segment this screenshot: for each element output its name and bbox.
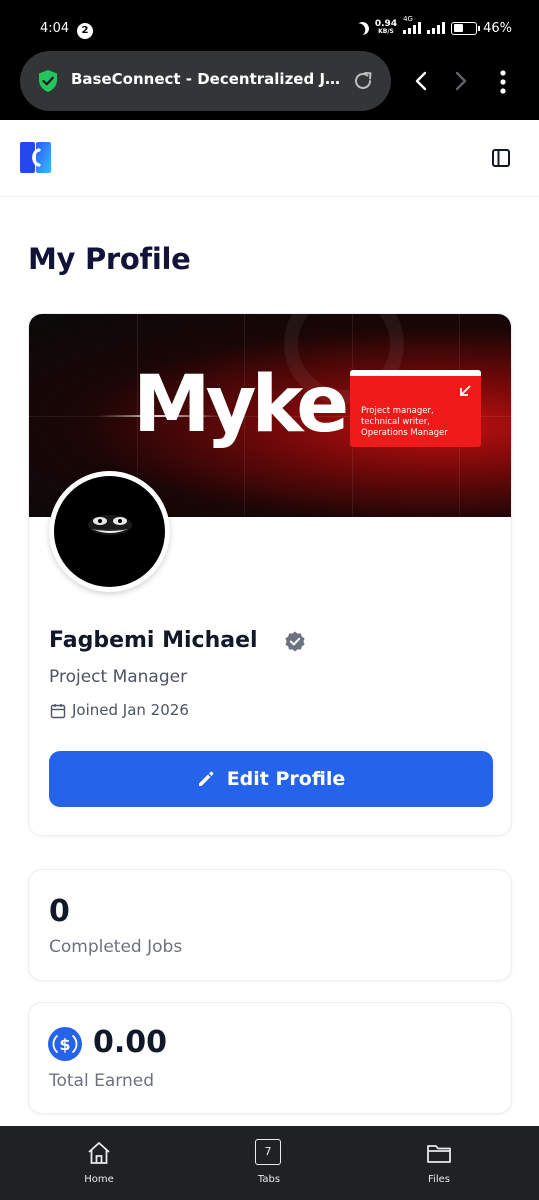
bottom-navigation: Home 7 Tabs Files bbox=[0, 1126, 539, 1200]
user-name: Fagbemi Michael bbox=[49, 628, 258, 653]
page-title-in-address-bar: BaseConnect - Decentralized Job Mar… bbox=[71, 70, 341, 88]
notification-count-badge: 2 bbox=[77, 23, 93, 39]
total-earned-value: 0.00 bbox=[93, 1025, 168, 1060]
completed-jobs-label: Completed Jobs bbox=[49, 937, 183, 957]
pencil-icon bbox=[198, 771, 214, 786]
calendar-icon bbox=[50, 704, 66, 719]
arrow-down-left-icon bbox=[460, 385, 471, 396]
nav-tabs[interactable]: 7 Tabs bbox=[229, 1126, 309, 1200]
forward-arrow-icon[interactable] bbox=[450, 70, 472, 92]
verified-badge-icon bbox=[285, 631, 305, 652]
network-speed-unit: KB/S bbox=[378, 28, 394, 35]
browser-toolbar: BaseConnect - Decentralized Job Mar… bbox=[0, 42, 539, 120]
battery-percent: 46% bbox=[483, 20, 512, 36]
page-title: My Profile bbox=[28, 242, 191, 276]
more-options-icon[interactable] bbox=[496, 69, 510, 95]
completed-jobs-card: 0 Completed Jobs bbox=[28, 869, 512, 981]
status-indicators: 0.94 KB/S 4G 46% bbox=[354, 15, 512, 37]
folder-icon bbox=[427, 1145, 451, 1163]
reload-icon[interactable] bbox=[351, 69, 375, 93]
network-speed-value: 0.94 bbox=[374, 19, 398, 29]
user-role: Project Manager bbox=[49, 667, 188, 687]
network-speed: 0.94 KB/S bbox=[375, 20, 397, 36]
status-time: 4:04 bbox=[40, 21, 70, 36]
banner-name: Myke bbox=[133, 360, 349, 450]
signal-icon-sim1: 4G bbox=[403, 15, 422, 34]
back-arrow-icon[interactable] bbox=[410, 70, 432, 92]
edit-profile-button[interactable]: Edit Profile bbox=[49, 751, 493, 807]
svg-text:$: $ bbox=[59, 1035, 70, 1054]
completed-jobs-value: 0 bbox=[49, 894, 70, 929]
battery-icon bbox=[451, 21, 481, 35]
usdc-icon: $ bbox=[48, 1027, 82, 1061]
edit-profile-label: Edit Profile bbox=[226, 768, 346, 790]
joined-date: Joined Jan 2026 bbox=[72, 701, 189, 719]
network-type: 4G bbox=[403, 15, 413, 23]
nav-home[interactable]: Home bbox=[59, 1126, 139, 1200]
home-icon bbox=[88, 1142, 110, 1164]
shield-check-icon bbox=[39, 70, 57, 92]
nav-home-label: Home bbox=[84, 1174, 114, 1185]
nav-files-label: Files bbox=[428, 1174, 450, 1185]
avatar-image bbox=[54, 476, 165, 587]
banner-tag-line: Project manager, bbox=[361, 406, 434, 416]
site-header bbox=[0, 120, 539, 197]
banner-tag-line: Operations Manager bbox=[361, 428, 448, 438]
nav-tabs-label: Tabs bbox=[257, 1174, 281, 1185]
do-not-disturb-icon bbox=[354, 20, 371, 37]
tabs-count-icon: 7 bbox=[255, 1139, 281, 1165]
avatar[interactable] bbox=[49, 471, 170, 592]
total-earned-card: $ 0.00 Total Earned bbox=[28, 1002, 512, 1114]
status-bar: 4:04 2 0.94 KB/S 4G 46% bbox=[0, 0, 539, 42]
nav-files[interactable]: Files bbox=[399, 1126, 479, 1200]
banner-tag: Project manager, technical writer, Opera… bbox=[350, 370, 481, 447]
sidebar-toggle-icon[interactable] bbox=[490, 147, 512, 169]
address-bar[interactable]: BaseConnect - Decentralized Job Mar… bbox=[20, 51, 391, 111]
total-earned-label: Total Earned bbox=[49, 1071, 154, 1091]
avatar-face-icon bbox=[88, 515, 132, 535]
signal-icon-sim2 bbox=[427, 22, 446, 34]
baseconnect-logo-icon[interactable] bbox=[20, 142, 51, 173]
profile-card: Myke Project manager, technical writer, … bbox=[28, 313, 512, 836]
banner-tag-line: technical writer, bbox=[361, 417, 430, 427]
